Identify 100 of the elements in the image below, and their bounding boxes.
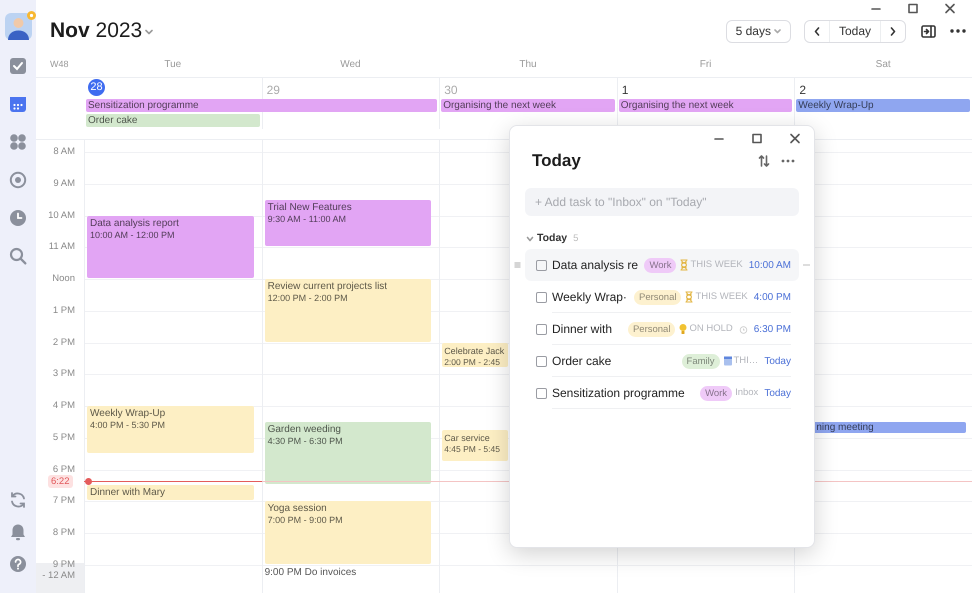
task-list-label: THI…	[734, 354, 758, 368]
panel-title: Today	[532, 150, 581, 172]
calendar-icon[interactable]	[9, 95, 27, 113]
close-icon[interactable]	[789, 132, 801, 144]
more-icon[interactable]	[950, 29, 966, 33]
task-title: Dinner with	[552, 321, 612, 338]
grid-icon[interactable]	[9, 133, 27, 151]
date-number[interactable]: 1	[622, 79, 628, 99]
task-list-label: THIS WEEK	[690, 258, 743, 272]
target-icon[interactable]	[9, 171, 27, 189]
search-icon[interactable]	[9, 247, 27, 265]
maximize-icon[interactable]	[906, 2, 918, 14]
task-list-label: THIS WEEK	[695, 290, 748, 304]
event-time: 9:30 AM - 11:00 AM	[268, 214, 346, 225]
caret-icon[interactable]	[145, 29, 154, 35]
sort-icon[interactable]	[758, 154, 770, 168]
task-row[interactable]: Weekly Wrap· Personal THIS WEEK 4:00 PM	[525, 281, 799, 313]
event-block[interactable]: Weekly Wrap-Up 4:00 PM - 5:30 PM	[87, 406, 254, 453]
more-icon[interactable]	[781, 159, 795, 163]
current-time-label: 6:22	[48, 475, 72, 488]
task-row[interactable]: Sensitization programme Work Inbox Today	[525, 377, 799, 409]
hour-label: 9 PM - 12 AM	[42, 558, 75, 581]
section-title: Today	[537, 231, 568, 246]
hour-label: 10 AM	[48, 210, 75, 220]
event-title: Weekly Wrap-Up	[90, 408, 166, 420]
task-title: Sensitization programme	[552, 385, 685, 402]
event-title: Data analysis report	[90, 218, 179, 230]
event-bar[interactable]: ning meeting	[814, 422, 966, 433]
event-time: 12:00 PM - 2:00 PM	[268, 293, 348, 304]
all-day-event[interactable]: Weekly Wrap-Up	[796, 99, 970, 112]
month-title[interactable]: Nov 2023	[50, 15, 142, 47]
event-block[interactable]: Yoga session 7:00 PM - 9:00 PM	[264, 501, 432, 564]
tag: Personal	[628, 322, 676, 336]
maximize-icon[interactable]	[751, 132, 763, 144]
weekday-label: Tue	[164, 58, 182, 72]
drag-handle-icon[interactable]	[514, 262, 521, 268]
hour-label: 8 AM	[53, 146, 75, 157]
due-date: 10:00 AM	[748, 258, 791, 272]
dash-icon[interactable]	[803, 264, 810, 266]
event-block[interactable]: Trial New Features 9:30 AM - 11:00 AM	[264, 200, 432, 246]
event-block[interactable]: Garden weeding 4:30 PM - 6:30 PM	[264, 422, 432, 484]
tag: Work	[644, 258, 676, 272]
checkbox[interactable]	[536, 292, 547, 302]
checkbox-icon[interactable]	[9, 57, 27, 75]
event-time: 2:00 PM - 2:45	[444, 356, 500, 367]
close-icon[interactable]	[944, 2, 956, 14]
clock-icon[interactable]	[9, 209, 27, 227]
hour-label: 5 PM	[52, 432, 75, 443]
hour-label: 1 PM	[52, 304, 75, 316]
sync-icon[interactable]	[9, 491, 27, 509]
event-title: Celebrate Jack	[444, 344, 504, 356]
event-time: 7:00 PM - 9:00 PM	[268, 515, 343, 526]
panel-toggle-icon[interactable]	[921, 24, 936, 38]
event-block[interactable]: Celebrate Jack 2:00 PM - 2:45	[442, 342, 508, 367]
chevron-down-icon[interactable]	[526, 235, 534, 243]
task-count: 5	[573, 232, 578, 246]
event-time: 4:45 PM - 5:45	[444, 444, 500, 455]
all-day-event[interactable]: Organising the next week	[618, 99, 792, 112]
weekday-label: Fri	[700, 58, 712, 72]
event-block[interactable]: Data analysis report 10:00 AM - 12:00 PM	[87, 216, 254, 278]
bell-icon[interactable]	[9, 523, 27, 541]
event-block[interactable]: Review current projects list 12:00 PM - 2:00 PM	[264, 279, 432, 342]
checkbox[interactable]	[536, 388, 547, 398]
checkbox[interactable]	[536, 324, 547, 334]
event-time: 4:30 PM - 6:30 PM	[268, 436, 343, 447]
event-block[interactable]: Car service 4:45 PM - 5:45	[442, 430, 508, 461]
hour-label: 8 PM	[52, 527, 75, 538]
task-list-label: Inbox	[735, 386, 758, 400]
lightbulb-icon	[678, 323, 688, 335]
task-list-label: ON HOLD	[689, 322, 733, 336]
all-day-event[interactable]: Sensitization programme	[86, 99, 438, 112]
hour-label: 2 PM	[52, 336, 75, 348]
weekday-label: Thu	[519, 58, 537, 72]
calendar-icon	[722, 355, 732, 367]
hourglass-icon	[679, 259, 690, 271]
date-number[interactable]: 28	[88, 79, 105, 96]
checkbox[interactable]	[536, 356, 547, 366]
event-title: Dinner with Mary	[90, 487, 166, 500]
task-title: Order cake	[552, 353, 612, 370]
checkbox[interactable]	[536, 260, 547, 270]
event-title: Trial New Features	[268, 202, 352, 214]
event-title: Review current projects list	[268, 281, 388, 293]
due-date: Today	[764, 386, 791, 400]
help-icon[interactable]	[9, 555, 27, 573]
tag: Family	[682, 354, 720, 368]
all-day-event[interactable]: Order cake	[86, 114, 260, 127]
task-row[interactable]: Dinner with Personal ON HOLD 6:30 PM	[525, 313, 799, 345]
hour-label: 6 PM	[52, 464, 75, 474]
event-block[interactable]: Dinner with Mary	[87, 485, 254, 500]
all-day-event[interactable]: Organising the next week	[441, 99, 615, 112]
date-number[interactable]: 2	[799, 79, 806, 99]
add-task-field[interactable]: + Add task to "Inbox" on "Today"	[525, 188, 799, 216]
event-title: Car service	[444, 432, 490, 444]
weekday-label: Wed	[340, 58, 361, 72]
event-label[interactable]: 9:00 PM Do invoices	[264, 564, 356, 579]
view-dropdown[interactable]: 5 days	[726, 20, 791, 42]
task-row[interactable]: Order cake Family THI… Today	[525, 345, 799, 377]
hourglass-icon	[684, 291, 694, 303]
task-title: Weekly Wrap·	[552, 289, 627, 306]
event-title: Yoga session	[268, 503, 327, 516]
